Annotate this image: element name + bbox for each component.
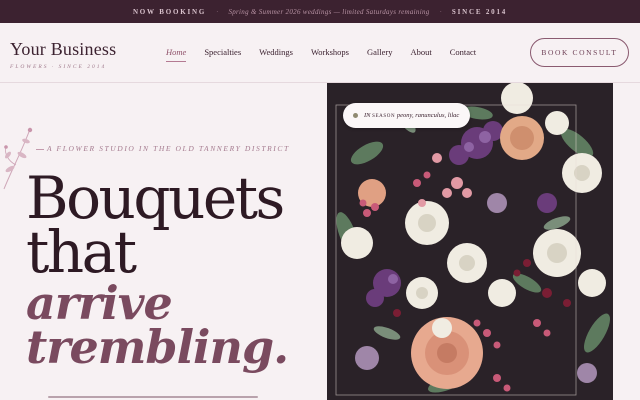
announcement-bar: NOW BOOKING · Spring & Summer 2026 weddi… (0, 0, 640, 23)
in-season-badge: IN SEASON peony, ranunculus, lilac (343, 103, 470, 128)
season-dot-icon (353, 113, 358, 118)
season-prefix: IN (364, 112, 371, 119)
brand-logo[interactable]: Your Business FLOWERS · SINCE 2014 (10, 39, 116, 70)
nav-item-about[interactable]: About (410, 47, 431, 57)
announcement-separator: · (439, 7, 442, 16)
season-word: SEASON (372, 114, 396, 119)
brand-name: Your Business (10, 39, 117, 59)
hero-headline-line-4: trembling. (26, 320, 289, 374)
in-season-text: IN SEASON peony, ranunculus, lilac (364, 112, 459, 119)
announcement-separator: · (216, 7, 219, 16)
announcement-label: NOW BOOKING (132, 7, 207, 16)
nav-item-weddings[interactable]: Weddings (259, 47, 293, 57)
hero-eyebrow: A FLOWER STUDIO IN THE OLD TANNERY DISTR… (36, 144, 290, 153)
season-flowers: peony, ranunculus, lilac (396, 112, 460, 119)
nav-item-gallery[interactable]: Gallery (367, 47, 393, 57)
announcement-year: SINCE 2014 (451, 7, 508, 16)
page-right-edge (613, 83, 640, 400)
nav-item-home[interactable]: Home (166, 47, 187, 62)
main-nav: Home Specialties Weddings Workshops Gall… (166, 47, 476, 62)
brand-tagline: FLOWERS · SINCE 2014 (10, 64, 107, 70)
announcement-message: Spring & Summer 2026 weddings — limited … (228, 7, 430, 16)
book-consult-button[interactable]: BOOK CONSULT (530, 38, 629, 67)
bouquet-photo (327, 83, 613, 400)
hero-intro-text-cut (48, 394, 258, 400)
nav-item-workshops[interactable]: Workshops (311, 47, 349, 57)
nav-item-specialties[interactable]: Specialties (204, 47, 241, 57)
site-header: Your Business FLOWERS · SINCE 2014 Home … (0, 23, 640, 83)
nav-item-contact[interactable]: Contact (450, 47, 476, 57)
